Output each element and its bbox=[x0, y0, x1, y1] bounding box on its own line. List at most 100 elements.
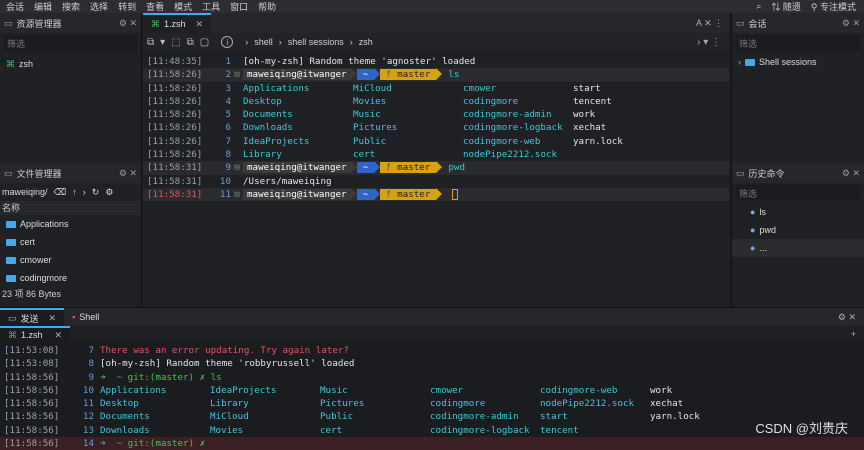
close-icon[interactable]: ✕ bbox=[55, 330, 63, 341]
window-icon: ▭ bbox=[8, 312, 17, 323]
bottom-terminal-line: [11:58:56] 13 Downloads Movies cert codingmor… bbox=[0, 424, 864, 437]
line-content: Applications MiCloud cmower start bbox=[243, 82, 729, 95]
line-number: 14 bbox=[82, 438, 94, 450]
ls-entry: MiCloud bbox=[210, 411, 249, 423]
bottom-terminal-line: [11:58:56] 9 ➜ ~ git:(master) ✗ ls bbox=[0, 371, 864, 384]
git-branch-label: master bbox=[397, 162, 431, 174]
copy-icon[interactable]: ⧉ bbox=[187, 37, 194, 48]
menu-view[interactable]: 查看 bbox=[146, 0, 164, 13]
bottom-terminal-output[interactable]: [11:53:08] 7 There was an error updating. … bbox=[0, 342, 864, 450]
add-tab-icon[interactable]: + bbox=[851, 329, 856, 339]
path-input[interactable]: maweiqing/ bbox=[2, 187, 48, 197]
terminal-output[interactable]: [11:48:35] 1 [oh-my-zsh] Random theme 'agn… bbox=[143, 51, 729, 202]
folder-icon bbox=[6, 238, 16, 246]
breadcrumb-shell[interactable]: shell bbox=[254, 37, 273, 47]
menu-session[interactable]: 会话 bbox=[6, 0, 24, 13]
refresh-icon[interactable]: ↻ bbox=[92, 187, 100, 198]
prompt-user: maweiqing@itwanger bbox=[243, 162, 351, 174]
split-icon[interactable]: ⬚ bbox=[171, 37, 180, 48]
paste-icon[interactable]: ▢ bbox=[200, 37, 209, 48]
line-number: 3 bbox=[225, 82, 231, 94]
file-item[interactable]: cmower bbox=[0, 251, 141, 269]
file-item[interactable]: cert bbox=[0, 233, 141, 251]
line-number: 12 bbox=[82, 411, 94, 423]
fold-icon bbox=[231, 82, 243, 95]
tab-shell[interactable]: ▪ Shell bbox=[64, 308, 107, 326]
history-item[interactable]: ●... bbox=[732, 239, 864, 257]
menu-help[interactable]: 帮助 bbox=[258, 0, 276, 13]
chevron-down-icon[interactable]: › bbox=[83, 187, 86, 197]
tab-send[interactable]: ▭ 发送 ✕ bbox=[0, 308, 65, 326]
bottom-panel-actions[interactable]: ⚙ ✕ bbox=[838, 312, 856, 323]
line-text: [oh-my-zsh] Random theme 'robbyrussell' … bbox=[100, 358, 355, 370]
ls-entry: cmower bbox=[430, 384, 464, 396]
search-icon[interactable]: ⌕ bbox=[756, 1, 761, 12]
line-content: /Users/maweiqing bbox=[243, 175, 729, 188]
fold-icon: ⊟ bbox=[234, 162, 240, 174]
history-item[interactable]: ● ls bbox=[732, 203, 864, 221]
terminal-line: [11:58:26] 6 Downloads Pictures codingmore-l… bbox=[143, 121, 729, 134]
menu-edit[interactable]: 编辑 bbox=[34, 0, 52, 13]
ls-entry: nodePipe2212.sock bbox=[540, 398, 635, 410]
clear-icon[interactable]: ⌫ bbox=[54, 187, 67, 198]
terminal-line: [11:58:26] 8 Library cert nodePipe2212.sock bbox=[143, 148, 729, 161]
line-content: IdeaProjects Public codingmore-web yarn.loc… bbox=[243, 135, 729, 148]
menu-goto[interactable]: 转到 bbox=[118, 0, 136, 13]
panel-controls[interactable]: ⚙ ✕ bbox=[842, 168, 860, 179]
sessions-filter-input[interactable]: 筛选 bbox=[736, 35, 860, 51]
breadcrumb-sessions[interactable]: shell sessions bbox=[288, 37, 344, 47]
shell-sessions-label: Shell sessions bbox=[759, 57, 817, 67]
file-item[interactable]: codingmore bbox=[0, 269, 141, 287]
git-branch-label: master bbox=[397, 69, 431, 81]
history-item[interactable]: ● pwd bbox=[732, 221, 864, 239]
new-tab-icon[interactable]: ⧉ bbox=[147, 37, 154, 48]
bottom-terminal-line: [11:58:56] 14 ➜ ~ git:(master) ✗ bbox=[0, 437, 864, 450]
menu-window[interactable]: 窗口 bbox=[230, 0, 248, 13]
fold-icon bbox=[231, 108, 243, 121]
ls-entry: yarn.lock bbox=[573, 135, 623, 147]
ls-entry: codingmore-logback bbox=[430, 424, 530, 436]
focus-mode-toggle[interactable]: ⚲ 专注模式 bbox=[811, 0, 856, 13]
menu-tools[interactable]: 工具 bbox=[202, 0, 220, 13]
chevron-down-icon[interactable]: ▾ bbox=[160, 37, 165, 48]
prompt-git-branch: ᚠ master bbox=[380, 69, 437, 81]
ls-entry: Movies bbox=[353, 95, 387, 107]
tracking-toggle[interactable]: ⇅ 随遗 bbox=[771, 0, 801, 13]
terminal-line: [11:58:26] 3 Applications MiCloud cmower star… bbox=[143, 82, 729, 95]
ls-entry: work bbox=[573, 109, 596, 121]
tab-1-zsh[interactable]: ⌘ 1.zsh ✕ bbox=[143, 13, 212, 33]
tab-actions[interactable]: A ✕ ⋮ bbox=[696, 18, 723, 29]
terminal-icon: ⌘ bbox=[8, 329, 17, 340]
ls-entry: cert bbox=[353, 149, 376, 161]
settings-icon[interactable]: ⚙ bbox=[105, 187, 113, 198]
ls-entry: codingmore-logback bbox=[463, 122, 563, 134]
prompt-user: maweiqing@itwanger bbox=[243, 188, 351, 200]
panel-controls[interactable]: ⚙ ✕ bbox=[119, 18, 137, 29]
line-text: /Users/maweiqing bbox=[243, 175, 332, 187]
file-item[interactable]: Applications bbox=[0, 215, 141, 233]
tab-1-zsh-bottom[interactable]: ⌘ 1.zsh ✕ bbox=[0, 326, 71, 342]
menu-select[interactable]: 选择 bbox=[90, 0, 108, 13]
shell-sessions-item[interactable]: › Shell sessions bbox=[732, 53, 864, 71]
close-icon[interactable]: ✕ bbox=[196, 19, 204, 30]
bottom-tabbar: ▭ 发送 ✕ ▪ Shell ⚙ ✕ bbox=[0, 308, 864, 326]
ls-entry: Applications bbox=[243, 82, 310, 94]
ls-entry: Downloads bbox=[100, 424, 150, 436]
menu-mode[interactable]: 模式 bbox=[174, 0, 192, 13]
session-item-zsh[interactable]: ⌘ zsh bbox=[0, 55, 141, 73]
history-filter-input[interactable]: 筛选 bbox=[736, 185, 860, 201]
column-header-name[interactable]: 名称 bbox=[0, 201, 141, 215]
up-icon[interactable]: ↑ bbox=[72, 187, 77, 197]
resource-filter-input[interactable]: 筛选 bbox=[4, 35, 137, 51]
chevron-right-icon[interactable]: › bbox=[738, 57, 741, 67]
info-icon[interactable]: i bbox=[221, 36, 234, 48]
line-number: 1 bbox=[225, 56, 231, 67]
close-icon[interactable]: ✕ bbox=[49, 313, 57, 324]
panel-controls[interactable]: ⚙ ✕ bbox=[119, 168, 137, 179]
panel-controls[interactable]: ⚙ ✕ bbox=[842, 18, 860, 29]
line-content: Desktop Movies codingmore tencent bbox=[243, 95, 729, 108]
toolbar-right-actions[interactable]: › ▾ ⋮ bbox=[697, 37, 721, 48]
breadcrumb-zsh[interactable]: zsh bbox=[359, 37, 373, 47]
menu-search[interactable]: 搜索 bbox=[62, 0, 80, 13]
ls-entry: codingmore-admin bbox=[463, 109, 552, 121]
